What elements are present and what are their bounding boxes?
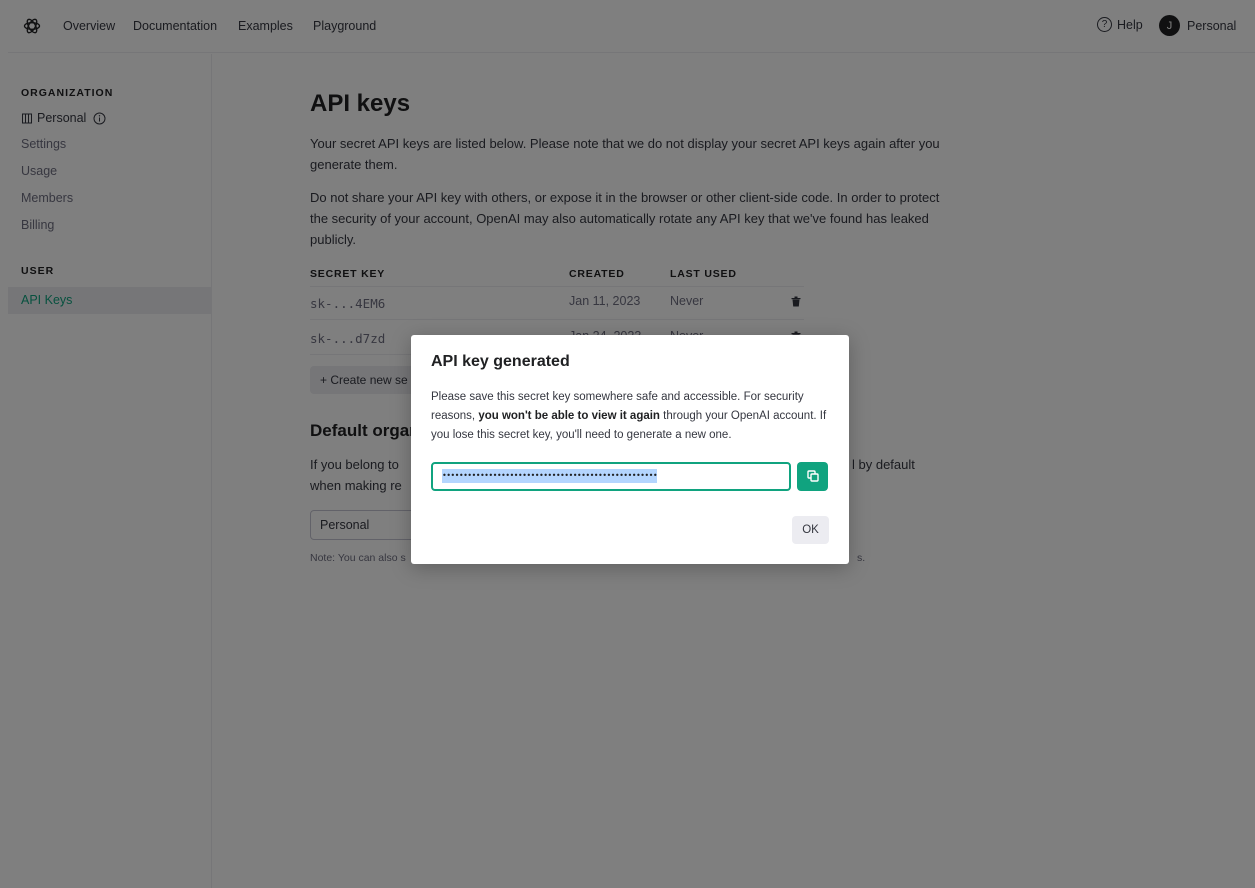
secret-key-value[interactable]: ••••••••••••••••••••••••••••••••••••••••…: [442, 469, 658, 483]
copy-button[interactable]: [797, 462, 828, 491]
secret-key-field[interactable]: ••••••••••••••••••••••••••••••••••••••••…: [431, 462, 791, 491]
modal-message-bold: you won't be able to view it again: [478, 410, 660, 422]
ok-button[interactable]: OK: [792, 516, 829, 544]
copy-icon: [807, 470, 819, 482]
modal-message: Please save this secret key somewhere sa…: [431, 388, 831, 445]
modal-title: API key generated: [431, 353, 570, 370]
api-key-modal: API key generated Please save this secre…: [411, 335, 849, 564]
